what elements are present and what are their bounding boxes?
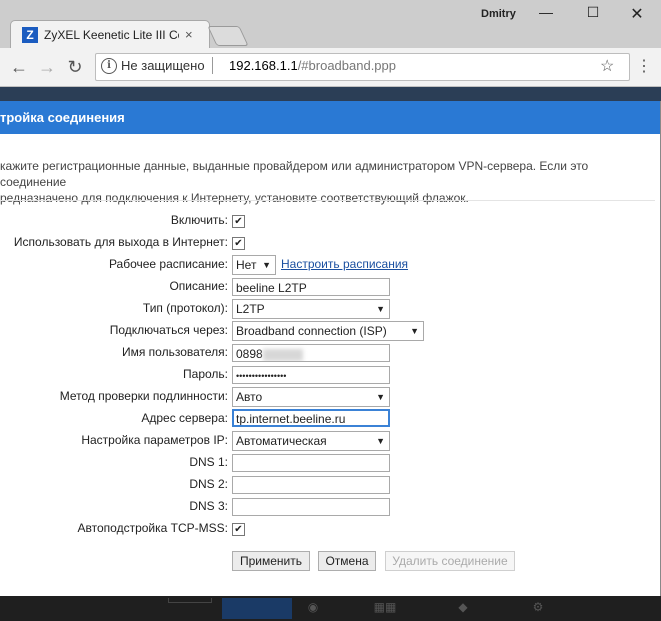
star-icon[interactable]: ☆	[600, 56, 618, 76]
ip-label: Настройка параметров IP:	[81, 433, 228, 447]
description-field[interactable]: beeline L2TP	[232, 278, 390, 296]
zyxel-favicon-icon: Z	[22, 27, 38, 43]
tab-close-icon[interactable]: ×	[185, 27, 197, 43]
enable-label: Включить:	[170, 213, 228, 227]
dns3-field[interactable]	[232, 498, 390, 516]
url-text[interactable]: 192.168.1.1/#broadband.ppp	[229, 58, 479, 74]
password-field[interactable]: ••••••••••••••••	[232, 366, 390, 384]
intro-text: кажите регистрационные данные, выданные …	[0, 158, 655, 205]
dns3-label: DNS 3:	[189, 499, 228, 513]
tab-title[interactable]: ZyXEL Keenetic Lite III Co	[44, 28, 179, 44]
schedule-label: Рабочее расписание:	[108, 257, 228, 271]
username-label: Имя пользователя:	[121, 345, 228, 359]
auth-value: Авто	[236, 390, 263, 404]
chevron-down-icon: ▼	[262, 260, 271, 270]
chevron-down-icon: ▼	[376, 304, 385, 314]
router-bottom-nav	[0, 596, 661, 621]
username-value: 0898	[236, 347, 263, 361]
window-close-icon[interactable]: ✕	[627, 4, 647, 24]
intro-line-2: редназначено для подключения к Интернету…	[0, 191, 469, 205]
network-nav-icon[interactable]: ◉	[300, 600, 326, 616]
chevron-down-icon: ▼	[376, 392, 385, 402]
back-arrow-icon[interactable]: ←	[8, 56, 30, 78]
schedule-value: Нет	[236, 258, 257, 272]
reload-icon[interactable]: ↻	[64, 56, 86, 78]
type-label: Тип (протокол):	[142, 301, 228, 315]
auth-label: Метод проверки подлинности:	[59, 389, 228, 403]
divider	[0, 200, 655, 201]
maximize-icon[interactable]: ☐	[583, 4, 603, 24]
via-value: Broadband connection (ISP)	[236, 324, 387, 338]
info-icon[interactable]: i	[101, 58, 117, 74]
server-label: Адрес сервера:	[141, 411, 228, 425]
dialog-title: тройка соединения	[0, 110, 125, 125]
tcpmss-label: Автоподстройка TCP-MSS:	[77, 521, 228, 535]
internet-checkbox[interactable]: ✔	[232, 237, 245, 250]
shield-icon[interactable]: ◆	[450, 600, 476, 616]
internet-label: Использовать для выхода в Интернет:	[13, 235, 228, 249]
via-label: Подключаться через:	[109, 323, 228, 337]
dns1-field[interactable]	[232, 454, 390, 472]
type-value: L2TP	[236, 302, 265, 316]
ip-select[interactable]: Автоматическая ▼	[232, 431, 390, 451]
profile-name[interactable]: Dmitry	[481, 8, 521, 24]
chevron-down-icon: ▼	[410, 326, 419, 336]
monitor-icon[interactable]	[168, 598, 212, 603]
type-select[interactable]: L2TP ▼	[232, 299, 390, 319]
delete-connection-button[interactable]: Удалить соединение	[385, 551, 515, 571]
enable-checkbox[interactable]: ✔	[232, 215, 245, 228]
auth-select[interactable]: Авто ▼	[232, 387, 390, 407]
chevron-down-icon: ▼	[376, 436, 385, 446]
intro-line-1: кажите регистрационные данные, выданные …	[0, 159, 589, 189]
username-field[interactable]: 0898	[232, 344, 390, 362]
redacted-blur	[262, 348, 303, 361]
menu-dots-icon[interactable]: ⋮	[636, 56, 652, 78]
schedule-link[interactable]: Настроить расписания	[281, 257, 408, 275]
dns1-label: DNS 1:	[189, 455, 228, 469]
via-select[interactable]: Broadband connection (ISP) ▼	[232, 321, 424, 341]
apply-button[interactable]: Применить	[232, 551, 310, 571]
url-path: /#broadband.ppp	[297, 58, 396, 73]
dns2-label: DNS 2:	[189, 477, 228, 491]
schedule-select[interactable]: Нет ▼	[232, 255, 276, 275]
forward-arrow-icon[interactable]: →	[36, 56, 58, 78]
gear-icon[interactable]: ⚙	[525, 600, 551, 616]
ports-nav-icon[interactable]: ▦▦	[372, 600, 398, 616]
server-field[interactable]: tp.internet.beeline.ru	[232, 409, 390, 427]
ip-value: Автоматическая	[236, 434, 327, 448]
security-label[interactable]: Не защищено	[121, 58, 221, 74]
cancel-button[interactable]: Отмена	[318, 551, 376, 571]
tcpmss-checkbox[interactable]: ✔	[232, 523, 245, 536]
internet-nav-icon[interactable]	[222, 598, 292, 619]
url-host: 192.168.1.1	[229, 58, 298, 73]
minimize-icon[interactable]: —	[536, 4, 556, 24]
dns2-field[interactable]	[232, 476, 390, 494]
url-separator	[212, 57, 213, 74]
page-top-strip	[0, 87, 661, 101]
description-label: Описание:	[169, 279, 228, 293]
password-label: Пароль:	[183, 367, 228, 381]
